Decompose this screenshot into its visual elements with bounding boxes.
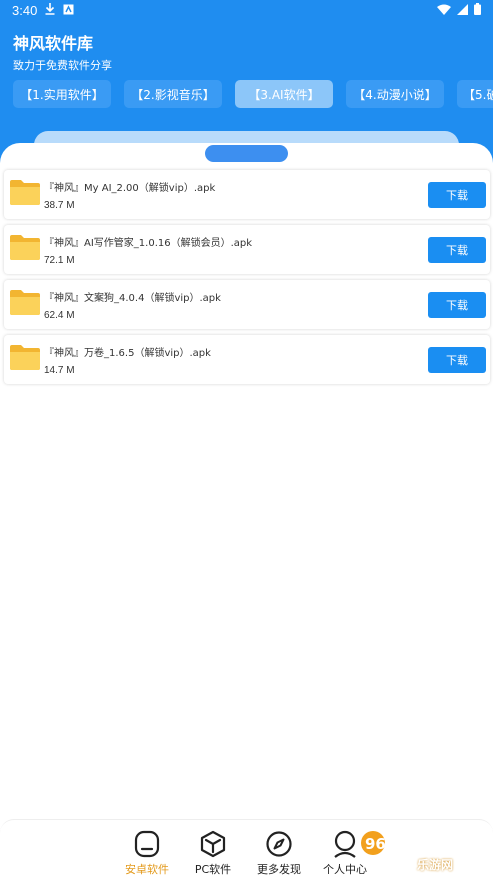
watermark-text: 乐游网 [417,858,454,872]
tab-anime-novel[interactable]: 【4.动漫小说】 [346,80,444,108]
file-name: 『神风』AI写作管家_1.0.16（解锁会员）.apk [44,238,253,249]
file-size: 62.4 M [44,310,75,321]
watermark-logo-text: 962.NET [365,835,436,853]
battery-icon [474,3,481,15]
app-subtitle: 致力于免费软件分享 [13,59,112,72]
wifi-icon [437,4,451,15]
nav-label: PC软件 [194,863,232,876]
sheet-drag-handle[interactable] [205,145,288,162]
nav-label: 安卓软件 [125,863,169,876]
app-title: 神风软件库 [13,34,94,53]
file-item[interactable]: 『神风』文案狗_4.0.4（解锁vip）.apk 62.4 M 下载 [4,280,490,329]
signal-icon [457,3,468,15]
download-button[interactable]: 下载 [428,292,486,318]
cube-icon [200,830,226,858]
file-item[interactable]: 『神风』My AI_2.00（解锁vip）.apk 38.7 M 下载 [4,170,490,219]
download-icon [45,3,55,15]
tab-film-music[interactable]: 【2.影视音乐】 [124,80,222,108]
folder-icon [10,235,40,260]
download-button[interactable]: 下载 [428,237,486,263]
file-item[interactable]: 『神风』AI写作管家_1.0.16（解锁会员）.apk 72.1 M 下载 [4,225,490,274]
download-button[interactable]: 下载 [428,347,486,373]
nav-label: 更多发现 [257,863,301,876]
status-bar: 3:40 [0,0,493,22]
person-icon [334,830,356,858]
folder-icon [10,345,40,370]
notification-app-icon [63,4,74,14]
nav-discover-more[interactable]: 更多发现 [249,830,309,878]
file-size: 72.1 M [44,255,75,266]
android-box-icon [134,830,160,858]
category-tabs: 【1.实用软件】 【2.影视音乐】 【3.AI软件】 【4.动漫小说】 【5.破 [13,80,493,108]
folder-icon [10,180,40,205]
file-item[interactable]: 『神风』万卷_1.6.5（解锁vip）.apk 14.7 M 下载 [4,335,490,384]
file-name: 『神风』文案狗_4.0.4（解锁vip）.apk [44,293,221,304]
tab-practical-software[interactable]: 【1.实用软件】 [13,80,111,108]
file-name: 『神风』My AI_2.00（解锁vip）.apk [44,183,216,194]
folder-icon [10,290,40,315]
nav-pc-software[interactable]: PC软件 [183,830,243,878]
tab-ai-software[interactable]: 【3.AI软件】 [235,80,333,108]
watermark-logo: 962.NET [361,831,436,855]
compass-icon [266,831,292,857]
nav-android-software[interactable]: 安卓软件 [117,830,177,878]
status-time: 3:40 [12,3,38,18]
file-size: 38.7 M [44,200,75,211]
site-watermark: 962.NET 乐游网 [357,829,487,875]
file-name: 『神风』万卷_1.6.5（解锁vip）.apk [44,348,211,359]
tab-5[interactable]: 【5.破 [457,80,493,108]
download-button[interactable]: 下载 [428,182,486,208]
file-size: 14.7 M [44,365,75,376]
